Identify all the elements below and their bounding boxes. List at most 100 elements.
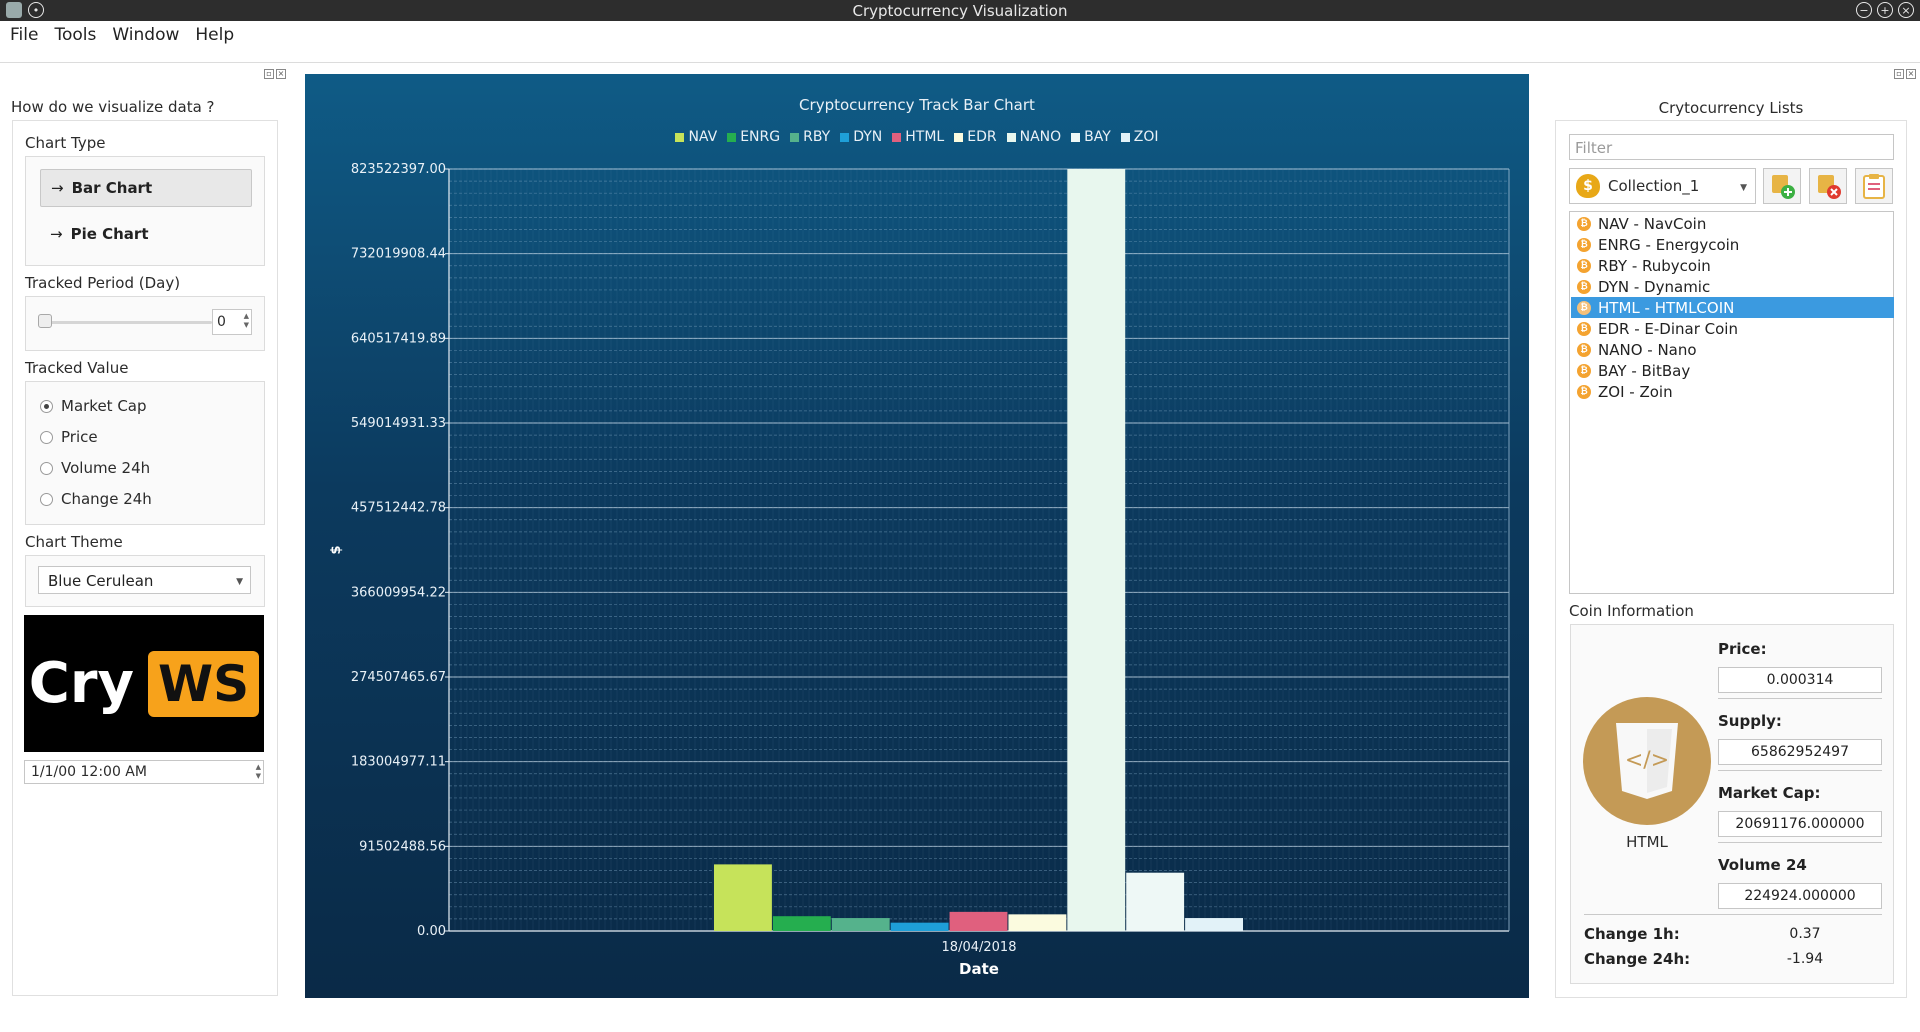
divider [1718, 698, 1882, 699]
remove-collection-button[interactable] [1809, 168, 1847, 204]
coin-list[interactable]: ₿ NAV - NavCoin ₿ ENRG - Energycoin ₿ RBY -… [1569, 211, 1894, 594]
menu-separator [0, 62, 1920, 63]
tracked-value-box: Market Cap Price Volume 24h Change 24h [25, 381, 265, 525]
bar-chart: Cryptocurrency Track Bar Chart NAV ENRG RB… [305, 74, 1529, 998]
bar-bay [1126, 872, 1185, 931]
list-item[interactable]: ₿ RBY - Rubycoin [1571, 255, 1894, 276]
spin-arrows-icon[interactable]: ▲ ▼ [256, 763, 261, 781]
volume-field[interactable]: 224924.000000 [1718, 883, 1882, 909]
menu-help[interactable]: Help [195, 25, 234, 45]
money-bag-icon: $ [1576, 174, 1600, 198]
clipboard-button[interactable] [1855, 168, 1893, 204]
minimize-icon[interactable]: − [1856, 2, 1872, 18]
collection-select[interactable]: $ Collection_1 ▼ [1569, 168, 1756, 204]
bar-zoi [1185, 918, 1243, 931]
arrow-right-icon: → [50, 225, 63, 243]
market-cap-label: Market Cap: [1718, 784, 1821, 802]
chart-theme-select[interactable]: Blue Cerulean ▼ [38, 566, 251, 594]
radio-market-cap[interactable]: Market Cap [40, 397, 147, 415]
menu-bar: File Tools Window Help [0, 21, 1920, 49]
float-icon[interactable]: ▫ [264, 69, 274, 79]
bitcoin-icon: ₿ [1577, 237, 1591, 252]
close-icon[interactable]: × [1898, 2, 1914, 18]
bitcoin-icon: ₿ [1577, 342, 1591, 357]
y-tick-label: 457512442.78 [351, 501, 446, 516]
bar-enrg [772, 916, 831, 931]
bitcoin-icon: ₿ [1577, 321, 1591, 336]
list-item[interactable]: ₿ NANO - Nano [1571, 339, 1894, 360]
chart-type-box: → Bar Chart → Pie Chart [25, 156, 265, 266]
list-item[interactable]: ₿ NAV - NavCoin [1571, 213, 1894, 234]
radio-button[interactable] [40, 461, 53, 475]
list-item[interactable]: ₿ ZOI - Zoin [1571, 381, 1894, 402]
supply-field[interactable]: 65862952497 [1718, 739, 1882, 765]
menu-tools[interactable]: Tools [54, 25, 96, 45]
bar-edr [1008, 914, 1067, 931]
maximize-icon[interactable]: + [1877, 2, 1893, 18]
clipboard-icon [1863, 174, 1885, 199]
spin-arrows-icon[interactable]: ▲ ▼ [244, 312, 249, 330]
tracked-value-label: Tracked Value [25, 359, 129, 377]
right-dock-buttons: ▫ × [1894, 69, 1916, 79]
divider [1584, 914, 1882, 915]
price-field[interactable]: 0.000314 [1718, 667, 1882, 693]
y-tick-label: 274507465.67 [351, 670, 446, 685]
market-cap-field[interactable]: 20691176.000000 [1718, 811, 1882, 837]
period-spinbox[interactable]: 0 ▲ ▼ [212, 309, 252, 335]
y-tick-label: 549014931.33 [351, 416, 446, 431]
radio-price[interactable]: Price [40, 428, 98, 446]
y-tick-label: 91502488.56 [359, 839, 446, 854]
y-tick-label: 183004977.11 [351, 755, 446, 770]
menu-window[interactable]: Window [112, 25, 179, 45]
bar-nav [714, 864, 772, 931]
divider [1718, 842, 1882, 843]
tracked-period-box: 0 ▲ ▼ [25, 296, 265, 351]
list-item[interactable]: ₿ BAY - BitBay [1571, 360, 1894, 381]
x-axis-label: Date [959, 960, 999, 978]
radio-change-24h[interactable]: Change 24h [40, 490, 152, 508]
radio-button[interactable] [40, 430, 53, 444]
html-shield-icon: </> [1616, 723, 1678, 799]
radio-volume-24h[interactable]: Volume 24h [40, 459, 150, 477]
bar-dyn [890, 922, 949, 931]
y-tick-label: 732019908.44 [351, 247, 446, 262]
price-label: Price: [1718, 640, 1767, 658]
float-icon[interactable]: ▫ [1894, 69, 1904, 79]
chevron-down-icon: ▼ [1740, 183, 1747, 193]
y-tick-label: 640517419.89 [351, 331, 446, 346]
y-tick-label: 366009954.22 [351, 585, 446, 600]
chart-theme-label: Chart Theme [25, 533, 123, 551]
menu-file[interactable]: File [10, 25, 38, 45]
bitcoin-icon: ₿ [1577, 363, 1591, 378]
list-item[interactable]: ₿ DYN - Dynamic [1571, 276, 1894, 297]
change-1h-label: Change 1h: [1584, 925, 1680, 943]
remove-folder-icon [1818, 175, 1841, 199]
tracked-period-label: Tracked Period (Day) [25, 274, 181, 292]
list-item[interactable]: ₿ EDR - E-Dinar Coin [1571, 318, 1894, 339]
volume-label: Volume 24 [1718, 856, 1807, 874]
htmlcoin-logo-icon: </> [1583, 697, 1711, 825]
bar-nano [1067, 169, 1126, 931]
coin-name: HTML [1626, 833, 1668, 851]
list-item-selected[interactable]: ₿ HTML - HTMLCOIN [1571, 297, 1894, 318]
period-slider-track[interactable] [46, 321, 212, 324]
filter-input[interactable]: Filter [1569, 134, 1894, 160]
pie-chart-button[interactable]: → Pie Chart [40, 215, 252, 253]
list-item[interactable]: ₿ ENRG - Energycoin [1571, 234, 1894, 255]
dock-close-icon[interactable]: × [276, 69, 286, 79]
datetime-edit[interactable]: 1/1/00 12:00 AM ▲ ▼ [24, 760, 264, 784]
bitcoin-icon: ₿ [1577, 216, 1591, 231]
change-24h-label: Change 24h: [1584, 950, 1691, 968]
add-collection-button[interactable] [1763, 168, 1801, 204]
chart-plot: 0.00 91502488.56 183004977.11 274507465.67 3… [329, 162, 1510, 978]
period-slider-handle[interactable] [38, 314, 52, 328]
add-folder-icon [1772, 175, 1795, 199]
left-panel-heading: How do we visualize data ? [11, 98, 215, 116]
bar-chart-button[interactable]: → Bar Chart [40, 169, 252, 207]
radio-button[interactable] [40, 492, 53, 506]
y-tick-label: 823522397.00 [351, 162, 446, 177]
bitcoin-icon: ₿ [1577, 300, 1591, 315]
dock-close-icon[interactable]: × [1906, 69, 1916, 79]
bitcoin-icon: ₿ [1577, 258, 1591, 273]
radio-button[interactable] [40, 399, 53, 413]
